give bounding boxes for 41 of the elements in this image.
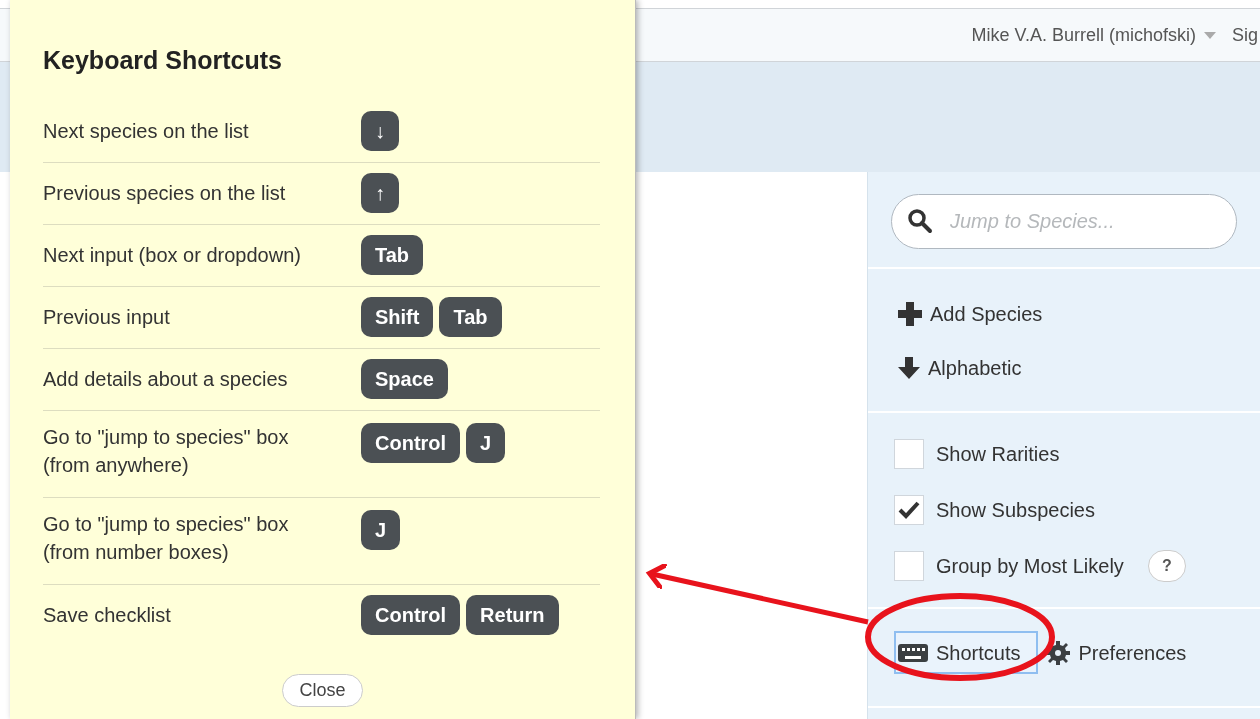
checkbox[interactable]	[894, 495, 924, 525]
key-cap: Shift	[361, 297, 434, 337]
down-arrow-icon	[898, 357, 920, 379]
key-cap: Control	[361, 422, 461, 463]
user-menu[interactable]: Mike V.A. Burrell (michofski)	[971, 21, 1216, 49]
key-cap: ↑	[361, 173, 399, 213]
sign-link[interactable]: Sig	[1232, 21, 1260, 49]
search-icon	[907, 208, 933, 234]
search-field[interactable]: Jump to Species...	[891, 194, 1237, 249]
checkbox[interactable]	[894, 439, 924, 469]
shortcut-description: Go to "jump to species" box (from number boxes)	[43, 511, 290, 565]
key-cap: Return	[466, 595, 559, 635]
gear-icon	[1046, 640, 1071, 665]
keyboard-icon	[898, 641, 928, 664]
key-cap: J	[466, 422, 506, 463]
shortcut-description: Save checklist	[43, 603, 172, 628]
shortcut-description: Next input (box or dropdown)	[43, 243, 302, 268]
caret-icon	[1204, 31, 1216, 39]
shortcut-description: Previous species on the list	[43, 181, 287, 206]
key-cap: Control	[361, 595, 461, 635]
option-label: Group by Most Likely	[936, 554, 1124, 579]
shortcut-description: Next species on the list	[43, 118, 250, 144]
shortcuts-button[interactable]: Shortcuts	[894, 631, 1039, 674]
shortcut-description: Previous input	[43, 305, 171, 330]
key-cap: Space	[361, 359, 448, 399]
shortcut-description: Go to "jump to species" box (from anywhere)	[43, 424, 290, 478]
key-cap: J	[361, 509, 401, 550]
key-cap: Tab	[439, 297, 502, 337]
preferences-button[interactable]: Preferences	[1042, 631, 1205, 674]
shortcut-description: Add details about a species	[43, 367, 289, 392]
help-button[interactable]: ?	[1147, 550, 1186, 582]
sort-link[interactable]: Alphabetic	[898, 353, 1230, 383]
key-cap: ↓	[361, 110, 399, 151]
add-species-link[interactable]: Add Species	[898, 299, 1230, 329]
dialog-title: Keyboard Shortcuts	[43, 45, 283, 76]
checkbox[interactable]	[894, 551, 924, 581]
option-label: Show Rarities	[936, 442, 1060, 467]
key-cap: Tab	[361, 235, 424, 275]
close-button[interactable]: Close	[282, 673, 363, 707]
plus-icon	[898, 302, 922, 326]
option-label: Show Subspecies	[936, 498, 1095, 523]
